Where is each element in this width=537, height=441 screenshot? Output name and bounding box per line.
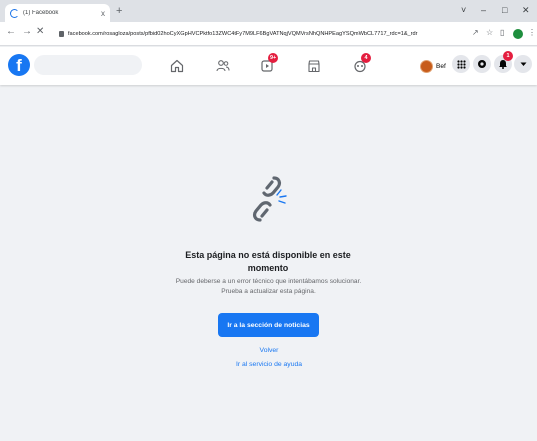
side-panel-icon[interactable]: ▯ (500, 28, 504, 37)
gaming-badge: 4 (361, 53, 371, 63)
error-title-line-2: momento (247, 262, 289, 273)
notifications-badge: 1 (503, 51, 513, 61)
tab-search-icon[interactable]: ˅ (461, 5, 466, 15)
share-icon[interactable]: ↗ (472, 28, 479, 37)
nav-home[interactable] (166, 56, 188, 76)
user-name: Bef (436, 62, 446, 70)
tab-strip: (1) Facebook x + ˅ – □ ✕ (0, 0, 537, 22)
profile-avatar-icon[interactable] (513, 29, 523, 39)
facebook-header: f 9+ 4 Bef 1 (0, 47, 537, 85)
close-window-button[interactable]: ✕ (522, 5, 530, 16)
browser-window: (1) Facebook x + ˅ – □ ✕ ← → ✕ facebook.… (0, 0, 537, 441)
back-link[interactable]: Volver (209, 347, 329, 354)
search-input[interactable] (34, 55, 142, 75)
account-button[interactable] (514, 55, 532, 73)
new-tab-button[interactable]: + (116, 4, 122, 18)
url-text: facebook.com/rosagloza/posts/pfbid02hoCy… (68, 31, 418, 37)
kebab-menu-icon[interactable]: ⋮ (528, 28, 536, 37)
help-center-link[interactable]: Ir al servicio de ayuda (209, 361, 329, 368)
stop-loading-icon[interactable]: ✕ (36, 26, 44, 37)
error-description: Puede deberse a un error técnico que int… (150, 277, 387, 296)
facebook-logo-icon[interactable]: f (8, 54, 30, 76)
tab-close-button[interactable]: x (101, 9, 105, 18)
tab-facebook[interactable]: (1) Facebook x (5, 4, 110, 22)
friends-icon (216, 60, 230, 72)
maximize-button[interactable]: □ (502, 5, 507, 15)
tab-title: (1) Facebook (23, 10, 59, 16)
profile-chip[interactable]: Bef (420, 56, 446, 76)
error-page: Esta página no está disponible en este m… (0, 85, 537, 441)
nav-marketplace[interactable] (303, 56, 325, 76)
notifications-button[interactable]: 1 (494, 51, 513, 73)
lock-icon (59, 31, 64, 37)
back-arrow-icon[interactable]: ← (6, 26, 16, 37)
user-avatar (420, 59, 433, 73)
broken-link-icon (253, 176, 287, 222)
nav-watch[interactable]: 9+ (256, 53, 279, 76)
nav-friends[interactable] (212, 56, 234, 76)
forward-arrow-icon[interactable]: → (22, 26, 32, 37)
bookmark-star-icon[interactable]: ☆ (486, 28, 493, 37)
watch-badge: 9+ (268, 53, 279, 63)
error-title-line-1: Esta página no está disponible en este (185, 250, 351, 260)
address-bar[interactable]: facebook.com/rosagloza/posts/pfbid02hoCy… (51, 26, 463, 42)
menu-button[interactable] (452, 55, 470, 73)
nav-gaming[interactable]: 4 (349, 53, 371, 76)
loading-spinner-icon (10, 8, 19, 18)
account-caret-icon (520, 62, 526, 66)
error-title: Esta página no está disponible en este m… (168, 249, 368, 274)
error-description-line-1: Puede deberse a un error técnico que int… (175, 278, 362, 285)
browser-toolbar: ← → ✕ facebook.com/rosagloza/posts/pfbid… (0, 22, 537, 46)
minimize-button[interactable]: – (481, 5, 486, 15)
go-to-news-feed-button[interactable]: Ir a la sección de noticias (218, 313, 319, 337)
error-description-line-2: Prueba a actualizar esta página. (221, 287, 316, 295)
menu-grid-icon (456, 59, 466, 69)
marketplace-icon (308, 60, 320, 73)
home-icon (170, 59, 184, 73)
messenger-icon (478, 60, 486, 68)
messenger-button[interactable] (473, 55, 491, 73)
